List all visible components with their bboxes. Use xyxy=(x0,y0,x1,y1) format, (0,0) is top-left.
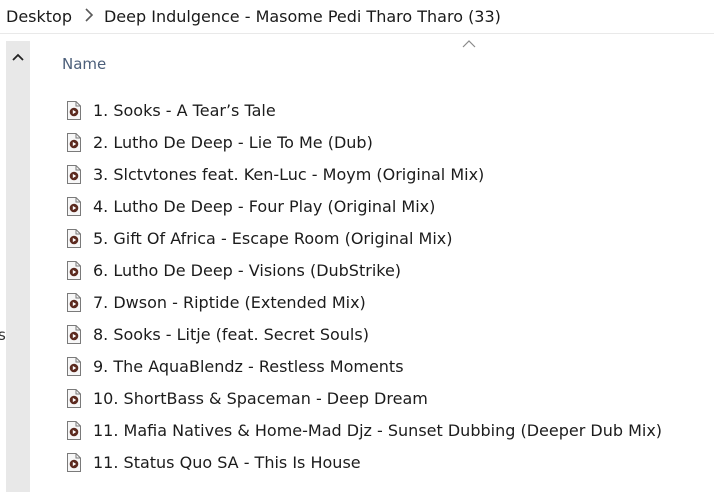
media-file-icon xyxy=(67,100,81,120)
file-name: 5. Gift Of Africa - Escape Room (Origina… xyxy=(93,228,453,248)
list-item[interactable]: 8. Sooks - Litje (feat. Secret Souls) xyxy=(66,318,662,350)
list-item[interactable]: 11. Mafia Natives & Home-Mad Djz - Sunse… xyxy=(66,414,662,446)
chevron-right-icon[interactable] xyxy=(76,7,102,26)
media-file-icon xyxy=(67,260,81,280)
media-file-icon xyxy=(67,164,81,184)
file-name: 1. Sooks - A Tear’s Tale xyxy=(93,100,276,120)
file-name: 2. Lutho De Deep - Lie To Me (Dub) xyxy=(93,132,373,152)
vertical-scrollbar[interactable] xyxy=(6,41,30,492)
file-name: 7. Dwson - Riptide (Extended Mix) xyxy=(93,292,366,312)
scroll-up-button[interactable] xyxy=(6,45,30,69)
media-file-icon xyxy=(67,388,81,408)
list-item[interactable]: 9. The AquaBlendz - Restless Moments xyxy=(66,350,662,382)
file-name: 6. Lutho De Deep - Visions (DubStrike) xyxy=(93,260,402,280)
list-item[interactable]: 1. Sooks - A Tear’s Tale xyxy=(66,94,662,126)
list-item[interactable]: 10. ShortBass & Spaceman - Deep Dream xyxy=(66,382,662,414)
file-list: 1. Sooks - A Tear’s Tale 2. Lutho De Deep… xyxy=(66,94,662,478)
media-file-icon xyxy=(67,420,81,440)
breadcrumb-desktop[interactable]: Desktop xyxy=(6,7,72,26)
media-file-icon xyxy=(67,452,81,472)
file-name: 4. Lutho De Deep - Four Play (Original M… xyxy=(93,196,436,216)
media-file-icon xyxy=(67,292,81,312)
list-item[interactable]: 5. Gift Of Africa - Escape Room (Origina… xyxy=(66,222,662,254)
file-name: 3. Slctvtones feat. Ken-Luc - Moym (Orig… xyxy=(93,164,485,184)
list-item[interactable]: 4. Lutho De Deep - Four Play (Original M… xyxy=(66,190,662,222)
column-header-name[interactable]: Name xyxy=(62,55,106,73)
media-file-icon xyxy=(67,356,81,376)
file-name: 8. Sooks - Litje (feat. Secret Souls) xyxy=(93,324,369,344)
file-name: 9. The AquaBlendz - Restless Moments xyxy=(93,356,404,376)
breadcrumb: Desktop Deep Indulgence - Masome Pedi Th… xyxy=(0,0,714,34)
list-item[interactable]: 3. Slctvtones feat. Ken-Luc - Moym (Orig… xyxy=(66,158,662,190)
file-name: 11. Mafia Natives & Home-Mad Djz - Sunse… xyxy=(93,420,663,440)
media-file-icon xyxy=(67,228,81,248)
media-file-icon xyxy=(67,132,81,152)
media-file-icon xyxy=(67,196,81,216)
sort-ascending-icon xyxy=(462,40,476,48)
list-item[interactable]: 2. Lutho De Deep - Lie To Me (Dub) xyxy=(66,126,662,158)
media-file-icon xyxy=(67,324,81,344)
list-item[interactable]: 6. Lutho De Deep - Visions (DubStrike) xyxy=(66,254,662,286)
chevron-up-icon xyxy=(12,53,24,61)
breadcrumb-current-folder[interactable]: Deep Indulgence - Masome Pedi Tharo Thar… xyxy=(104,7,501,26)
file-name: 10. ShortBass & Spaceman - Deep Dream xyxy=(93,388,428,408)
left-pane-text-fragment: s xyxy=(0,326,6,344)
list-item[interactable]: 11. Status Quo SA - This Is House xyxy=(66,446,662,478)
file-name: 11. Status Quo SA - This Is House xyxy=(93,452,361,472)
list-item[interactable]: 7. Dwson - Riptide (Extended Mix) xyxy=(66,286,662,318)
